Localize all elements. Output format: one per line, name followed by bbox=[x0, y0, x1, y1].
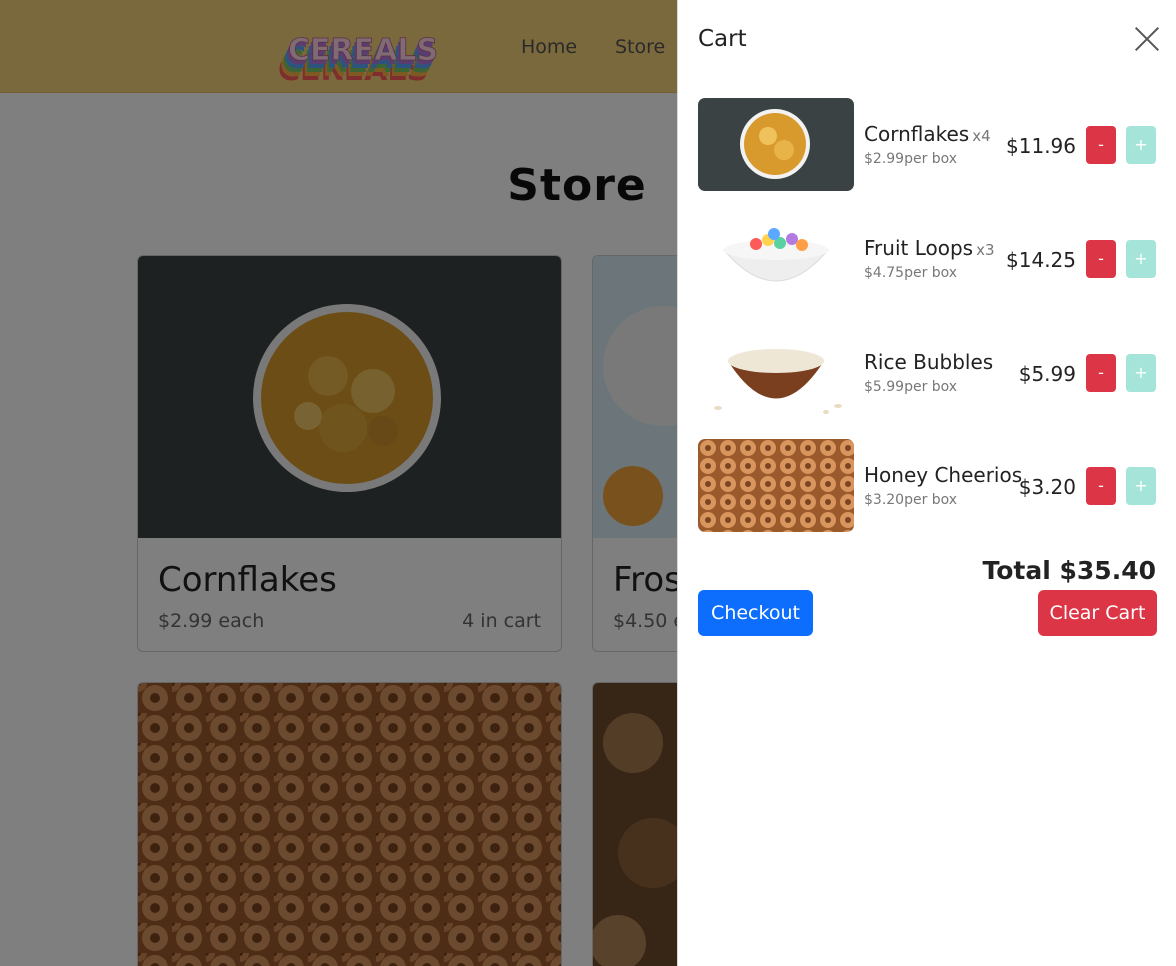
decrease-quantity-button[interactable]: - bbox=[1086, 467, 1116, 505]
cart-item-quantity: x3 bbox=[976, 241, 995, 259]
cart-item-name: Cornflakes x4 bbox=[864, 122, 991, 146]
honey-cheerios-thumbnail bbox=[698, 439, 854, 532]
cart-item-name: Rice Bubbles bbox=[864, 350, 994, 374]
cart-item-name: Fruit Loops x3 bbox=[864, 236, 995, 260]
cart-item-total: $3.20 bbox=[1018, 475, 1076, 499]
cart-item-unit-price: $3.20per box bbox=[864, 492, 958, 508]
cart-item-unit-price: $5.99per box bbox=[864, 379, 958, 395]
decrease-quantity-button[interactable]: - bbox=[1086, 354, 1116, 392]
cart-item-total: $11.96 bbox=[1006, 134, 1076, 158]
cornflakes-thumbnail bbox=[698, 98, 854, 191]
decrease-quantity-button[interactable]: - bbox=[1086, 126, 1116, 164]
cart-item: Cornflakes x4 $2.99per box $11.96 - + bbox=[698, 98, 1158, 192]
cart-item-total: $5.99 bbox=[1018, 362, 1076, 386]
close-icon[interactable] bbox=[1134, 26, 1160, 52]
cart-item: Fruit Loops x3 $4.75per box $14.25 - + bbox=[698, 212, 1158, 306]
cart-panel: Cart Cornflakes x4 $2.99per box $11.96 - … bbox=[677, 0, 1176, 966]
cart-total: Total $35.40 bbox=[982, 556, 1156, 585]
increase-quantity-button[interactable]: + bbox=[1126, 126, 1156, 164]
cart-item-unit-price: $2.99per box bbox=[864, 151, 958, 167]
cart-item-total: $14.25 bbox=[1006, 248, 1076, 272]
modal-backdrop[interactable] bbox=[0, 0, 677, 966]
increase-quantity-button[interactable]: + bbox=[1126, 467, 1156, 505]
increase-quantity-button[interactable]: + bbox=[1126, 240, 1156, 278]
increase-quantity-button[interactable]: + bbox=[1126, 354, 1156, 392]
decrease-quantity-button[interactable]: - bbox=[1086, 240, 1116, 278]
checkout-button[interactable]: Checkout bbox=[698, 590, 813, 636]
clear-cart-button[interactable]: Clear Cart bbox=[1038, 590, 1157, 636]
rice-bubbles-thumbnail bbox=[698, 326, 854, 419]
cart-title: Cart bbox=[698, 26, 747, 52]
cart-item: Rice Bubbles $5.99per box $5.99 - + bbox=[698, 326, 1158, 420]
cart-item-unit-price: $4.75per box bbox=[864, 265, 958, 281]
fruit-loops-thumbnail bbox=[698, 212, 854, 305]
cart-item-name: Honey Cheerios bbox=[864, 463, 1023, 487]
cart-item: Honey Cheerios $3.20per box $3.20 - + bbox=[698, 439, 1158, 533]
cart-item-quantity: x4 bbox=[972, 127, 991, 145]
